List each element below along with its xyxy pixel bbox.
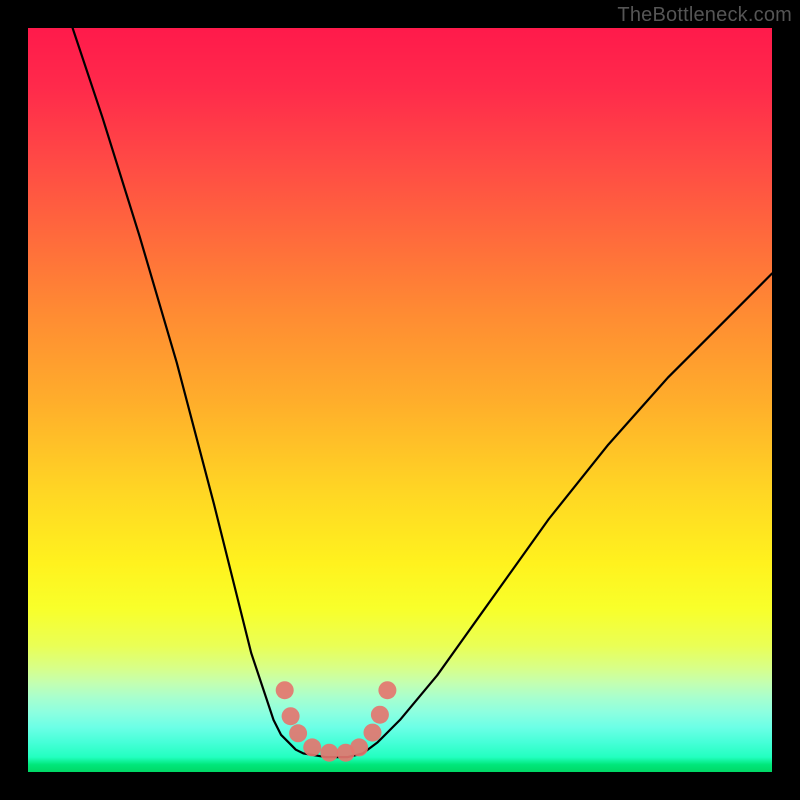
marker-dot bbox=[289, 724, 307, 742]
bottleneck-curve bbox=[73, 28, 772, 757]
marker-dot bbox=[282, 707, 300, 725]
curve-layer bbox=[28, 28, 772, 772]
marker-dot bbox=[364, 724, 382, 742]
watermark-text: TheBottleneck.com bbox=[617, 4, 792, 27]
plot-area bbox=[28, 28, 772, 772]
marker-dot bbox=[378, 681, 396, 699]
marker-dot bbox=[371, 706, 389, 724]
chart-frame: TheBottleneck.com bbox=[0, 0, 800, 800]
marker-dot bbox=[303, 738, 321, 756]
curve-path bbox=[73, 28, 772, 757]
marker-dots bbox=[276, 681, 397, 762]
marker-dot bbox=[320, 744, 338, 762]
marker-dot bbox=[276, 681, 294, 699]
marker-dot bbox=[350, 738, 368, 756]
